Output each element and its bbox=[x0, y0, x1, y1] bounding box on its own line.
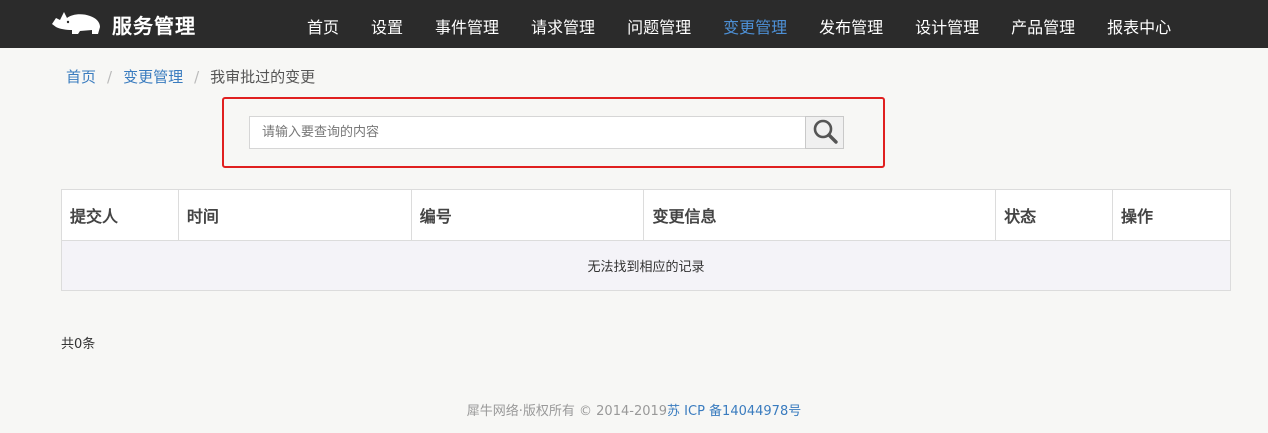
nav-item-problem[interactable]: 问题管理 bbox=[611, 0, 707, 48]
column-header-number[interactable]: 编号 bbox=[410, 189, 645, 241]
empty-message: 无法找到相应的记录 bbox=[61, 240, 1231, 291]
nav-item-reports[interactable]: 报表中心 bbox=[1091, 0, 1187, 48]
brand-name: 服务管理 bbox=[112, 13, 196, 38]
nav-item-home[interactable]: 首页 bbox=[291, 0, 355, 48]
breadcrumb: 首页 / 变更管理 / 我审批过的变更 bbox=[66, 66, 315, 87]
column-header-status[interactable]: 状态 bbox=[995, 189, 1114, 241]
breadcrumb-home[interactable]: 首页 bbox=[66, 66, 96, 87]
table-header-row: 提交人 时间 编号 变更信息 状态 操作 bbox=[61, 189, 1231, 241]
nav-item-product[interactable]: 产品管理 bbox=[995, 0, 1091, 48]
nav-item-design[interactable]: 设计管理 bbox=[899, 0, 995, 48]
changes-table: 提交人 时间 编号 变更信息 状态 操作 无法找到相应的记录 bbox=[61, 189, 1231, 291]
brand-logo[interactable]: 服务管理 bbox=[50, 0, 196, 48]
table-row: 无法找到相应的记录 bbox=[61, 240, 1231, 291]
breadcrumb-separator: / bbox=[194, 67, 200, 86]
nav-item-incident[interactable]: 事件管理 bbox=[419, 0, 515, 48]
footer-copyright: 犀牛网络·版权所有 © 2014-2019 bbox=[466, 404, 668, 419]
column-header-submitter[interactable]: 提交人 bbox=[61, 189, 179, 241]
footer-icp-link[interactable]: 苏 ICP 备14044978号 bbox=[667, 404, 801, 419]
breadcrumb-change-management[interactable]: 变更管理 bbox=[123, 66, 183, 87]
search-input[interactable] bbox=[249, 116, 806, 149]
top-navbar: 服务管理 首页 设置 事件管理 请求管理 问题管理 变更管理 发布管理 设计管理… bbox=[0, 0, 1268, 48]
nav-item-request[interactable]: 请求管理 bbox=[515, 0, 611, 48]
nav-item-change[interactable]: 变更管理 bbox=[707, 0, 803, 48]
breadcrumb-current: 我审批过的变更 bbox=[210, 68, 316, 86]
column-header-time[interactable]: 时间 bbox=[177, 189, 412, 241]
main-nav: 首页 设置 事件管理 请求管理 问题管理 变更管理 发布管理 设计管理 产品管理… bbox=[291, 0, 1187, 48]
column-header-actions[interactable]: 操作 bbox=[1112, 189, 1231, 241]
total-count: 共0条 bbox=[61, 337, 96, 352]
breadcrumb-separator: / bbox=[107, 67, 113, 86]
search-icon bbox=[811, 117, 839, 149]
footer: 犀牛网络·版权所有 © 2014-2019苏 ICP 备14044978号 bbox=[0, 400, 1268, 419]
rhino-logo-icon bbox=[50, 8, 102, 40]
nav-item-release[interactable]: 发布管理 bbox=[803, 0, 899, 48]
column-header-change-info[interactable]: 变更信息 bbox=[643, 189, 997, 241]
nav-item-settings[interactable]: 设置 bbox=[355, 0, 419, 48]
search-button[interactable] bbox=[805, 116, 844, 149]
